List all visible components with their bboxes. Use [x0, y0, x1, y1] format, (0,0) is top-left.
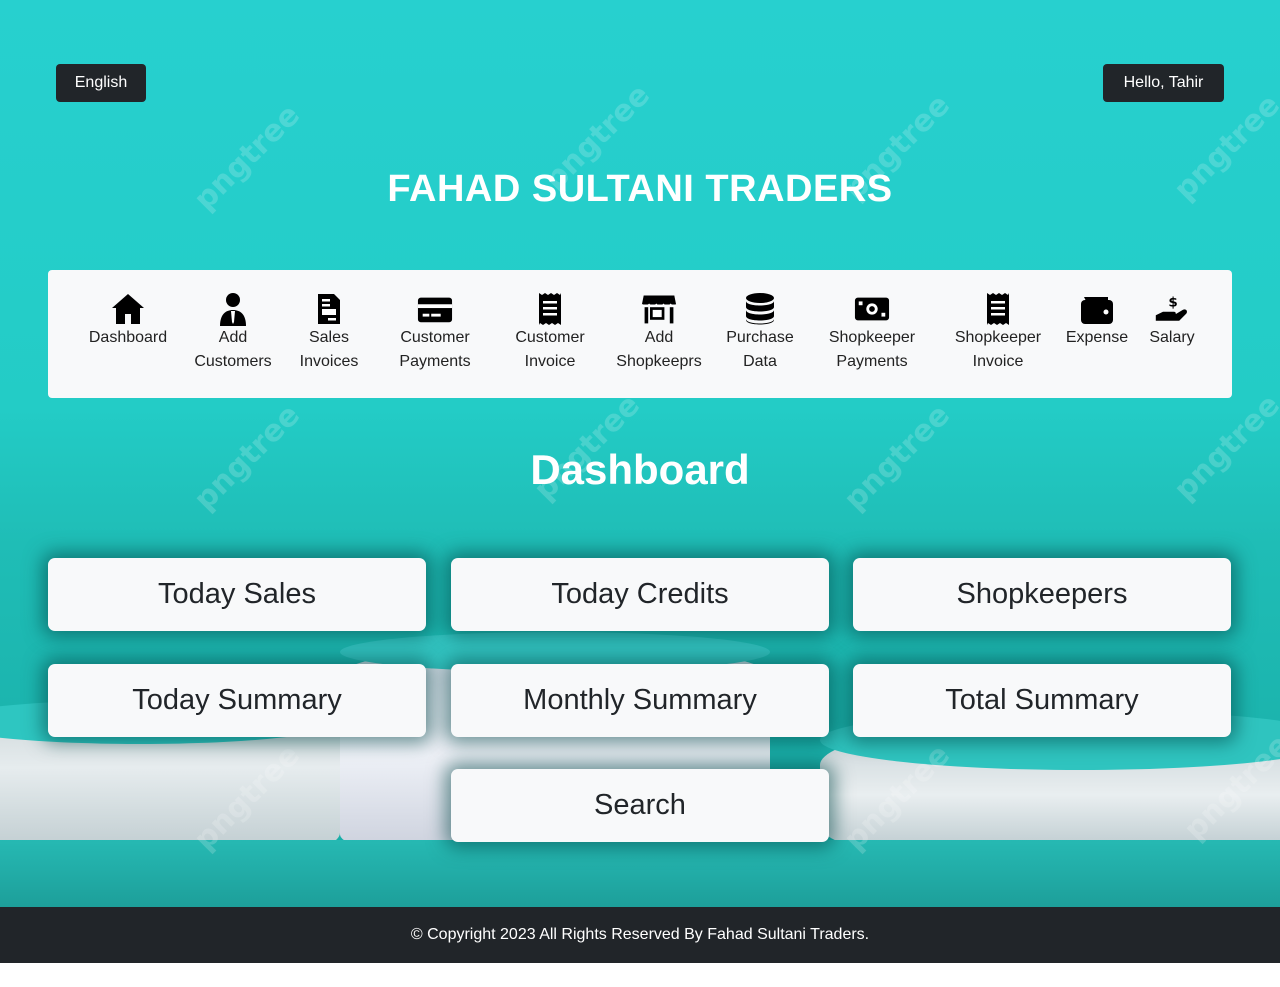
store-icon: [641, 292, 677, 326]
nav-item-add-customers[interactable]: Add Customers: [188, 292, 278, 374]
nav-item-purchase-data[interactable]: Purchase Data: [718, 292, 802, 374]
nav-label: Dashboard: [88, 329, 168, 346]
nav-label: Add: [218, 329, 248, 346]
nav-item-customer-invoice[interactable]: Customer Invoice: [504, 292, 596, 374]
page-title: Dashboard: [530, 446, 750, 493]
nav-label: Payments: [836, 353, 908, 370]
nav-label: Expense: [1065, 329, 1129, 346]
user-greeting-button[interactable]: Hello, Tahir: [1103, 64, 1224, 102]
main-navigation: Dashboard Add Customers Sales Invoices C…: [48, 270, 1232, 398]
nav-label: Invoices: [299, 353, 359, 370]
credit-card-icon: [417, 292, 453, 326]
nav-item-shopkeeper-invoice[interactable]: Shopkeeper Invoice: [946, 292, 1050, 374]
nav-label: Shopkeeper: [954, 329, 1042, 346]
language-button[interactable]: English: [56, 64, 146, 102]
footer: © Copyright 2023 All Rights Reserved By …: [0, 907, 1280, 963]
nav-label: Invoice: [524, 353, 576, 370]
database-icon: [742, 292, 778, 326]
background-floor: [0, 840, 1280, 907]
home-icon: [110, 292, 146, 326]
nav-label: Sales: [308, 329, 350, 346]
nav-item-add-shopkeepers[interactable]: Add Shopkeeprs: [608, 292, 710, 374]
nav-label: Customer: [400, 329, 470, 346]
total-summary-button[interactable]: Total Summary: [853, 664, 1231, 737]
wallet-icon: [1079, 292, 1115, 326]
file-invoice-icon: [311, 292, 347, 326]
nav-item-expense[interactable]: Expense: [1062, 292, 1132, 350]
nav-label: Purchase: [726, 329, 794, 346]
hand-dollar-icon: $: [1154, 292, 1190, 326]
nav-label: Data: [743, 353, 777, 370]
nav-label: Add: [644, 329, 674, 346]
today-credits-button[interactable]: Today Credits: [451, 558, 829, 631]
nav-label: Shopkeeper: [828, 329, 916, 346]
nav-item-customer-payments[interactable]: Customer Payments: [388, 292, 482, 374]
user-icon: [215, 292, 251, 326]
receipt-icon: [532, 292, 568, 326]
nav-label: Payments: [399, 353, 471, 370]
nav-item-sales-invoices[interactable]: Sales Invoices: [294, 292, 364, 374]
today-sales-button[interactable]: Today Sales: [48, 558, 426, 631]
nav-label: Customers: [194, 353, 272, 370]
receipt-icon: [980, 292, 1016, 326]
search-button[interactable]: Search: [451, 769, 829, 842]
nav-item-dashboard[interactable]: Dashboard: [84, 292, 172, 350]
money-bill-icon: [854, 292, 890, 326]
nav-label: Customer: [515, 329, 585, 346]
nav-label: Invoice: [972, 353, 1024, 370]
nav-label: Salary: [1149, 329, 1195, 346]
svg-text:$: $: [1168, 294, 1177, 310]
brand-title: FAHAD SULTANI TRADERS: [387, 168, 893, 210]
nav-item-salary[interactable]: $ Salary: [1142, 292, 1202, 350]
today-summary-button[interactable]: Today Summary: [48, 664, 426, 737]
nav-label: Shopkeeprs: [616, 353, 702, 370]
copyright-text: © Copyright 2023 All Rights Reserved By …: [410, 926, 870, 943]
monthly-summary-button[interactable]: Monthly Summary: [451, 664, 829, 737]
shopkeepers-button[interactable]: Shopkeepers: [853, 558, 1231, 631]
nav-item-shopkeeper-payments[interactable]: Shopkeeper Payments: [820, 292, 924, 374]
